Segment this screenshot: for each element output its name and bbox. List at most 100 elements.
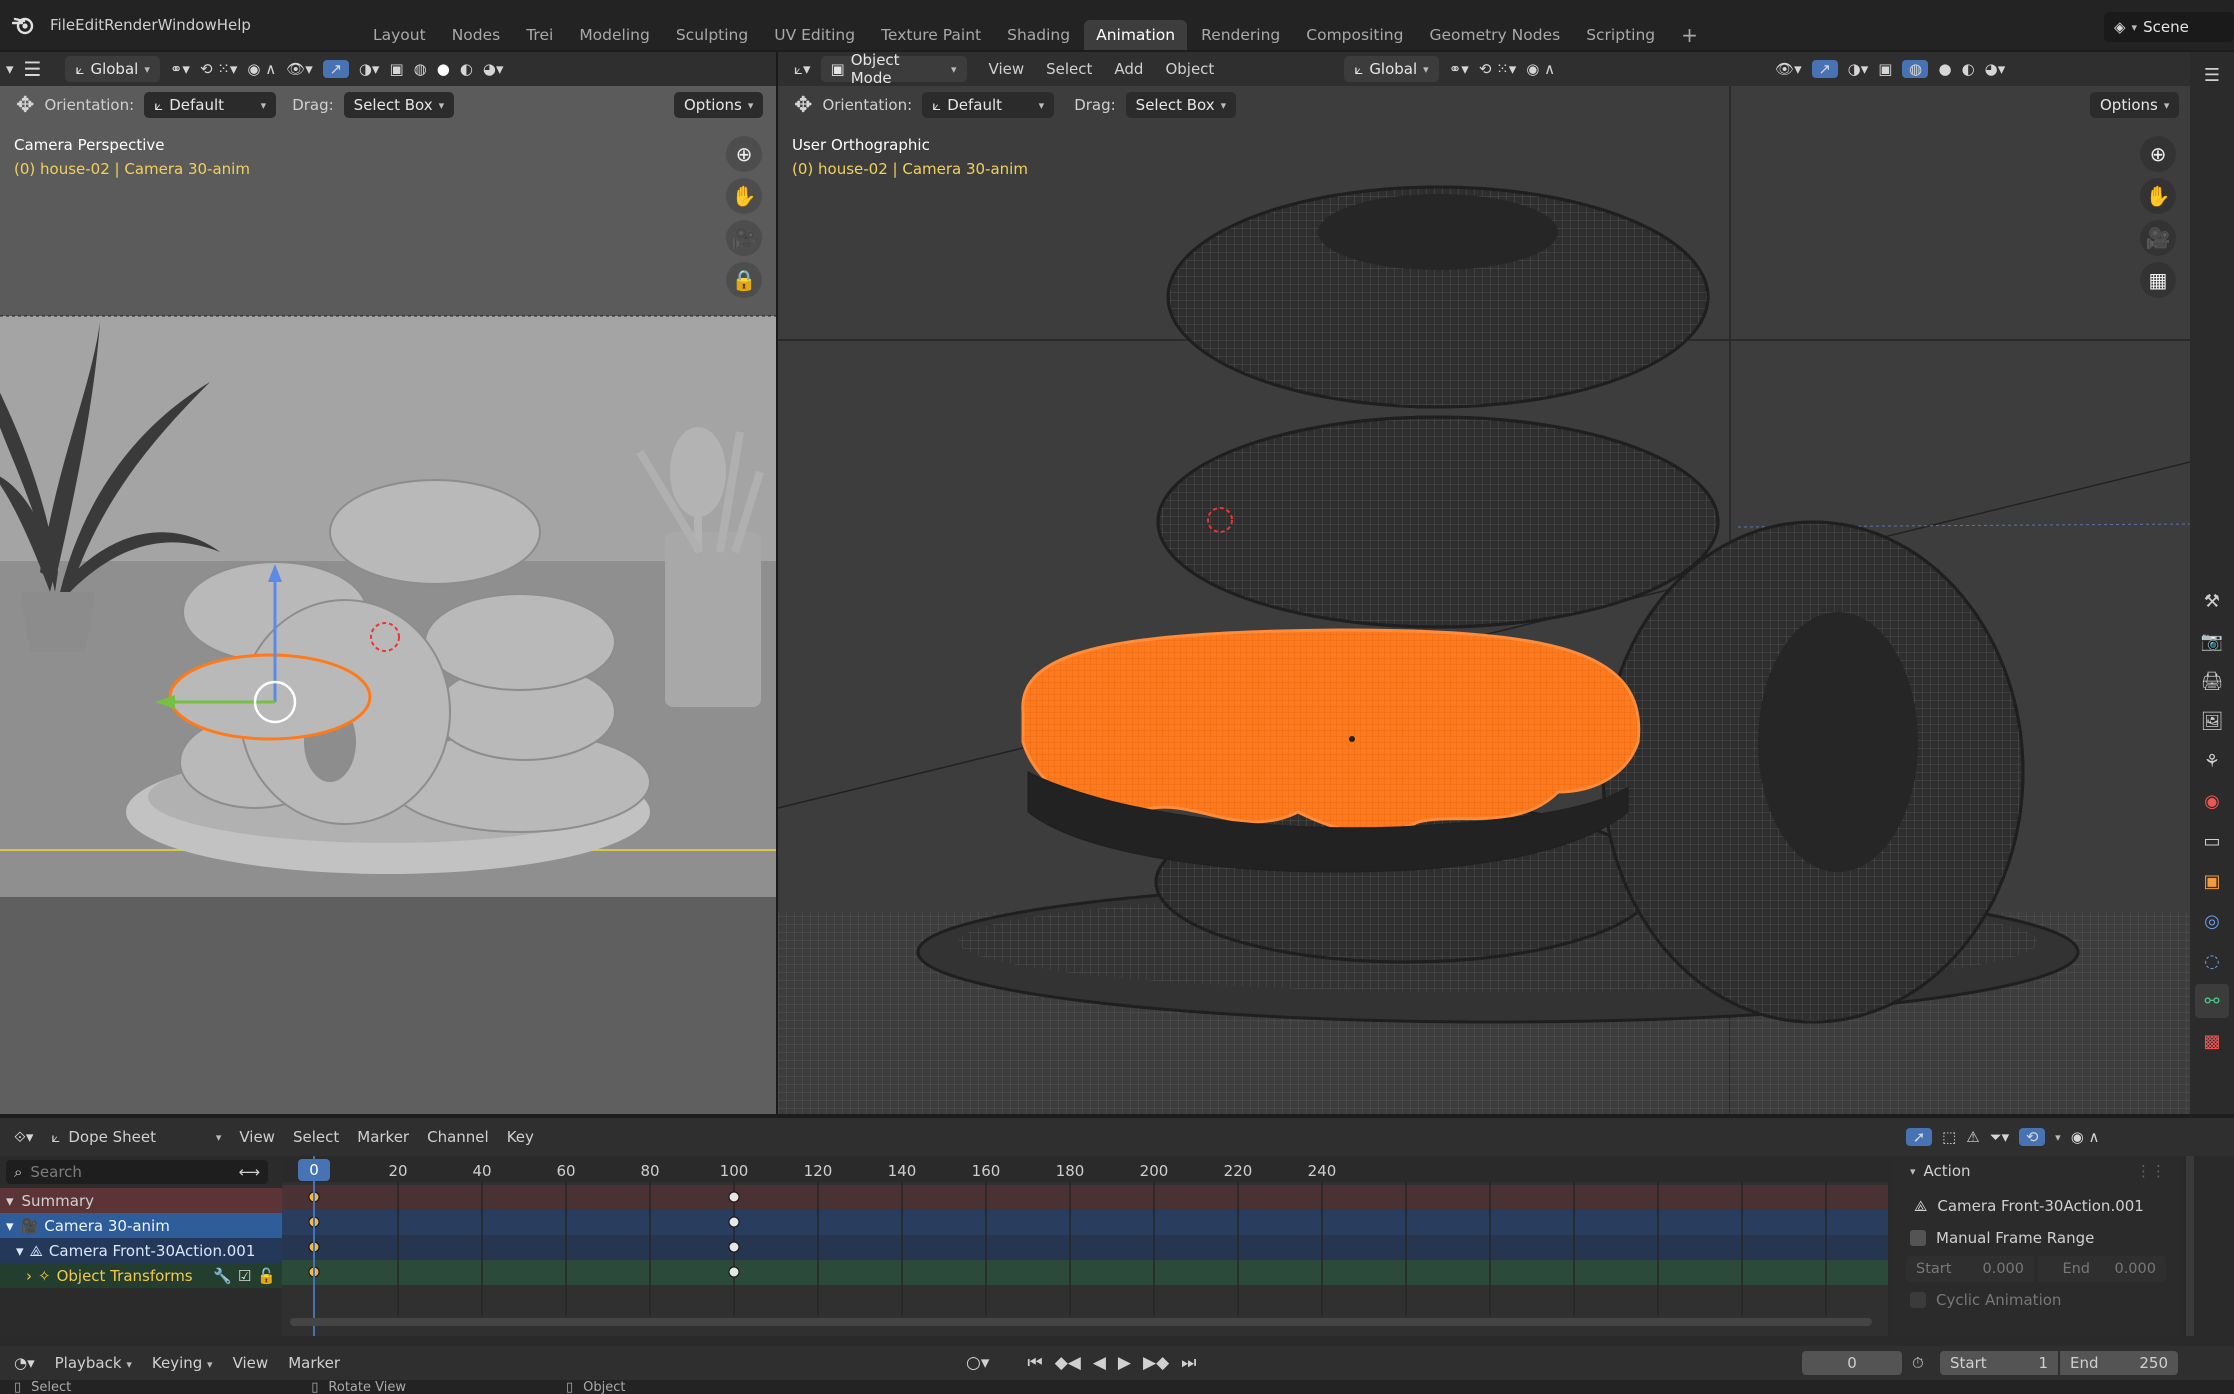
right-viewport[interactable]: ⟀▾ ▣ Object Mode ▾ View Select Add Objec… [778,52,2190,1114]
start-frame-field[interactable]: Start 1 [1940,1351,2058,1375]
camera-icon[interactable]: 🎥 [2140,220,2176,256]
editor-type-icon[interactable]: ▾ [6,60,14,78]
mode-dropdown[interactable]: ▣ Object Mode ▾ [820,52,967,87]
channel-search[interactable]: ⌕ Search ⟷ [6,1160,268,1184]
swap-icon[interactable]: ⟷ [238,1163,268,1181]
pan-hand-icon[interactable]: ✋ [726,178,762,214]
tab-modeling[interactable]: Modeling [567,20,662,50]
jump-end-icon[interactable]: ⏭ [1181,1353,1196,1373]
shading-rendered-icon[interactable]: ◕▾ [1985,60,2006,78]
modifier-icon[interactable]: ◎ [2195,904,2229,938]
pan-hand-icon[interactable]: ✋ [2140,178,2176,214]
output-icon[interactable]: 🖨 [2195,664,2229,698]
tab-sculpting[interactable]: Sculpting [664,20,760,50]
cyclic-row[interactable]: Cyclic Animation [1906,1288,2170,1312]
tool-icon[interactable]: ⚒ [2195,584,2229,618]
playhead-line[interactable] [313,1156,315,1336]
tab-geometry-nodes[interactable]: Geometry Nodes [1417,20,1572,50]
zoom-icon[interactable]: ⊕ [726,136,762,172]
menu-select[interactable]: Select [293,1128,339,1146]
channel-row[interactable]: ▾ Summary [0,1188,282,1213]
shading-wireframe-icon[interactable]: ◍ [414,60,427,78]
options-dropdown[interactable]: Options ▾ [2090,92,2180,118]
outliner-icon[interactable]: ☰ [2195,58,2229,92]
filter-icon[interactable]: ⏷▾ [1990,1128,2010,1146]
menu-file[interactable]: File [50,16,75,34]
keyframe-marker[interactable] [728,1216,740,1228]
view-layer-icon[interactable]: 🖼 [2195,704,2229,738]
manual-range-row[interactable]: Manual Frame Range [1906,1226,2170,1250]
tab-nodes[interactable]: Nodes [440,20,513,50]
chevron-down-icon[interactable]: ▾ [6,1192,14,1210]
unlock-icon[interactable]: 🔓 [257,1267,282,1285]
menu-window[interactable]: Window [158,16,217,34]
shading-solid-icon[interactable]: ● [1938,60,1951,78]
manual-range-checkbox[interactable] [1910,1230,1926,1246]
transform-orientation-dropdown[interactable]: ⟀ Global ▾ [65,56,160,82]
orientation-dropdown[interactable]: ⟀ Default ▾ [144,92,277,118]
jump-start-icon[interactable]: ⏮ [1027,1353,1042,1373]
checkbox-icon[interactable]: ☑ [238,1267,251,1285]
tab-animation[interactable]: Animation [1084,20,1188,50]
collection-icon[interactable]: ▭ [2195,824,2229,858]
channel-row[interactable]: ▾ ⟁ Camera Front-30Action.001 [0,1238,282,1263]
proportional-icon[interactable]: ◉ ∧ [2071,1128,2100,1146]
move-tool-icon[interactable]: ✥ [794,93,812,118]
tab-layout[interactable]: Layout [361,20,438,50]
world-icon[interactable]: ◉ [2195,784,2229,818]
chevron-down-icon[interactable]: ▾ [16,1242,24,1260]
action-panel-header[interactable]: ▾ Action ⋮⋮ [1894,1156,2182,1186]
end-field[interactable]: End 0.000 [2038,1256,2166,1282]
stopwatch-icon[interactable]: ⏱ [1912,1354,1924,1372]
add-workspace-button[interactable]: + [1669,17,1710,53]
keyframe-marker[interactable] [728,1266,740,1278]
snap-icon[interactable]: ⟲ ⁙▾ [200,60,237,78]
menu-render[interactable]: Render [104,16,157,34]
menu-key[interactable]: Key [507,1128,534,1146]
drag-handle-icon[interactable]: ⋮⋮ [2136,1162,2182,1180]
current-frame-field[interactable]: 0 [1802,1351,1902,1375]
warning-icon[interactable]: ⚠ [1966,1128,1979,1146]
wrench-icon[interactable]: 🔧 [213,1267,232,1285]
gizmo-toggle-icon[interactable]: ↗ [1811,60,1838,78]
xray-icon[interactable]: ▣ [389,60,403,78]
current-frame-badge[interactable]: 0 [298,1159,330,1181]
grid-icon[interactable]: ▦ [2140,262,2176,298]
action-selector[interactable]: ⟁ Camera Front-30Action.001 [1906,1192,2170,1220]
prev-keyframe-icon[interactable]: ◆◀ [1055,1353,1081,1373]
menu-object[interactable]: Object [1165,60,1214,78]
move-tool-icon[interactable]: ✥ [16,93,34,118]
dope-sheet-mode-dropdown[interactable]: ⟀ Dope Sheet ▾ [51,1128,221,1146]
texture-icon[interactable]: ▩ [2195,1024,2229,1058]
shading-rendered-icon[interactable]: ◕▾ [483,60,504,78]
gizmo-toggle-icon[interactable]: ↗ [322,60,349,78]
play-reverse-icon[interactable]: ◀ [1093,1353,1106,1373]
render-icon[interactable]: 📷 [2195,624,2229,658]
menu-view[interactable]: View [989,60,1025,78]
playback-menu[interactable]: Playback ▾ [55,1354,132,1372]
editor-type-icon[interactable]: ⟐▾ [14,1128,33,1146]
next-keyframe-icon[interactable]: ▶◆ [1143,1353,1169,1373]
box-select-icon[interactable]: ⬚ [1942,1128,1956,1146]
end-frame-field[interactable]: End 250 [2060,1351,2178,1375]
pivot-icon[interactable]: ⚭▾ [1449,60,1469,78]
shading-solid-icon[interactable]: ● [437,60,450,78]
constraint-icon[interactable]: ⚯ [2195,984,2229,1018]
orientation-dropdown[interactable]: ⟀ Default ▾ [922,92,1055,118]
transform-orientation-dropdown[interactable]: ⟀ Global ▾ [1344,56,1439,82]
proportional-icon[interactable]: ◉ ∧ [1526,60,1555,78]
proportional-icon[interactable]: ◉ ∧ [247,60,276,78]
overlay-icon[interactable]: ◑▾ [359,60,380,78]
start-field[interactable]: Start 0.000 [1906,1256,2034,1282]
visibility-icon[interactable]: 👁▾ [286,60,313,78]
menu-help[interactable]: Help [217,16,251,34]
chevron-down-icon[interactable]: ▾ [6,1217,14,1235]
dope-sheet-editor[interactable]: ⟐▾ ⟀ Dope Sheet ▾ View Select Marker Cha… [0,1118,2234,1346]
menu-marker[interactable]: Marker [288,1354,340,1372]
tab-uv-editing[interactable]: UV Editing [762,20,867,50]
play-icon[interactable]: ▶ [1118,1353,1131,1373]
search-input[interactable]: Search [30,1163,82,1181]
tab-texture-paint[interactable]: Texture Paint [869,20,993,50]
hamburger-menu-icon[interactable]: ☰ [24,57,42,81]
shading-wireframe-icon[interactable]: ◍ [1902,60,1929,78]
